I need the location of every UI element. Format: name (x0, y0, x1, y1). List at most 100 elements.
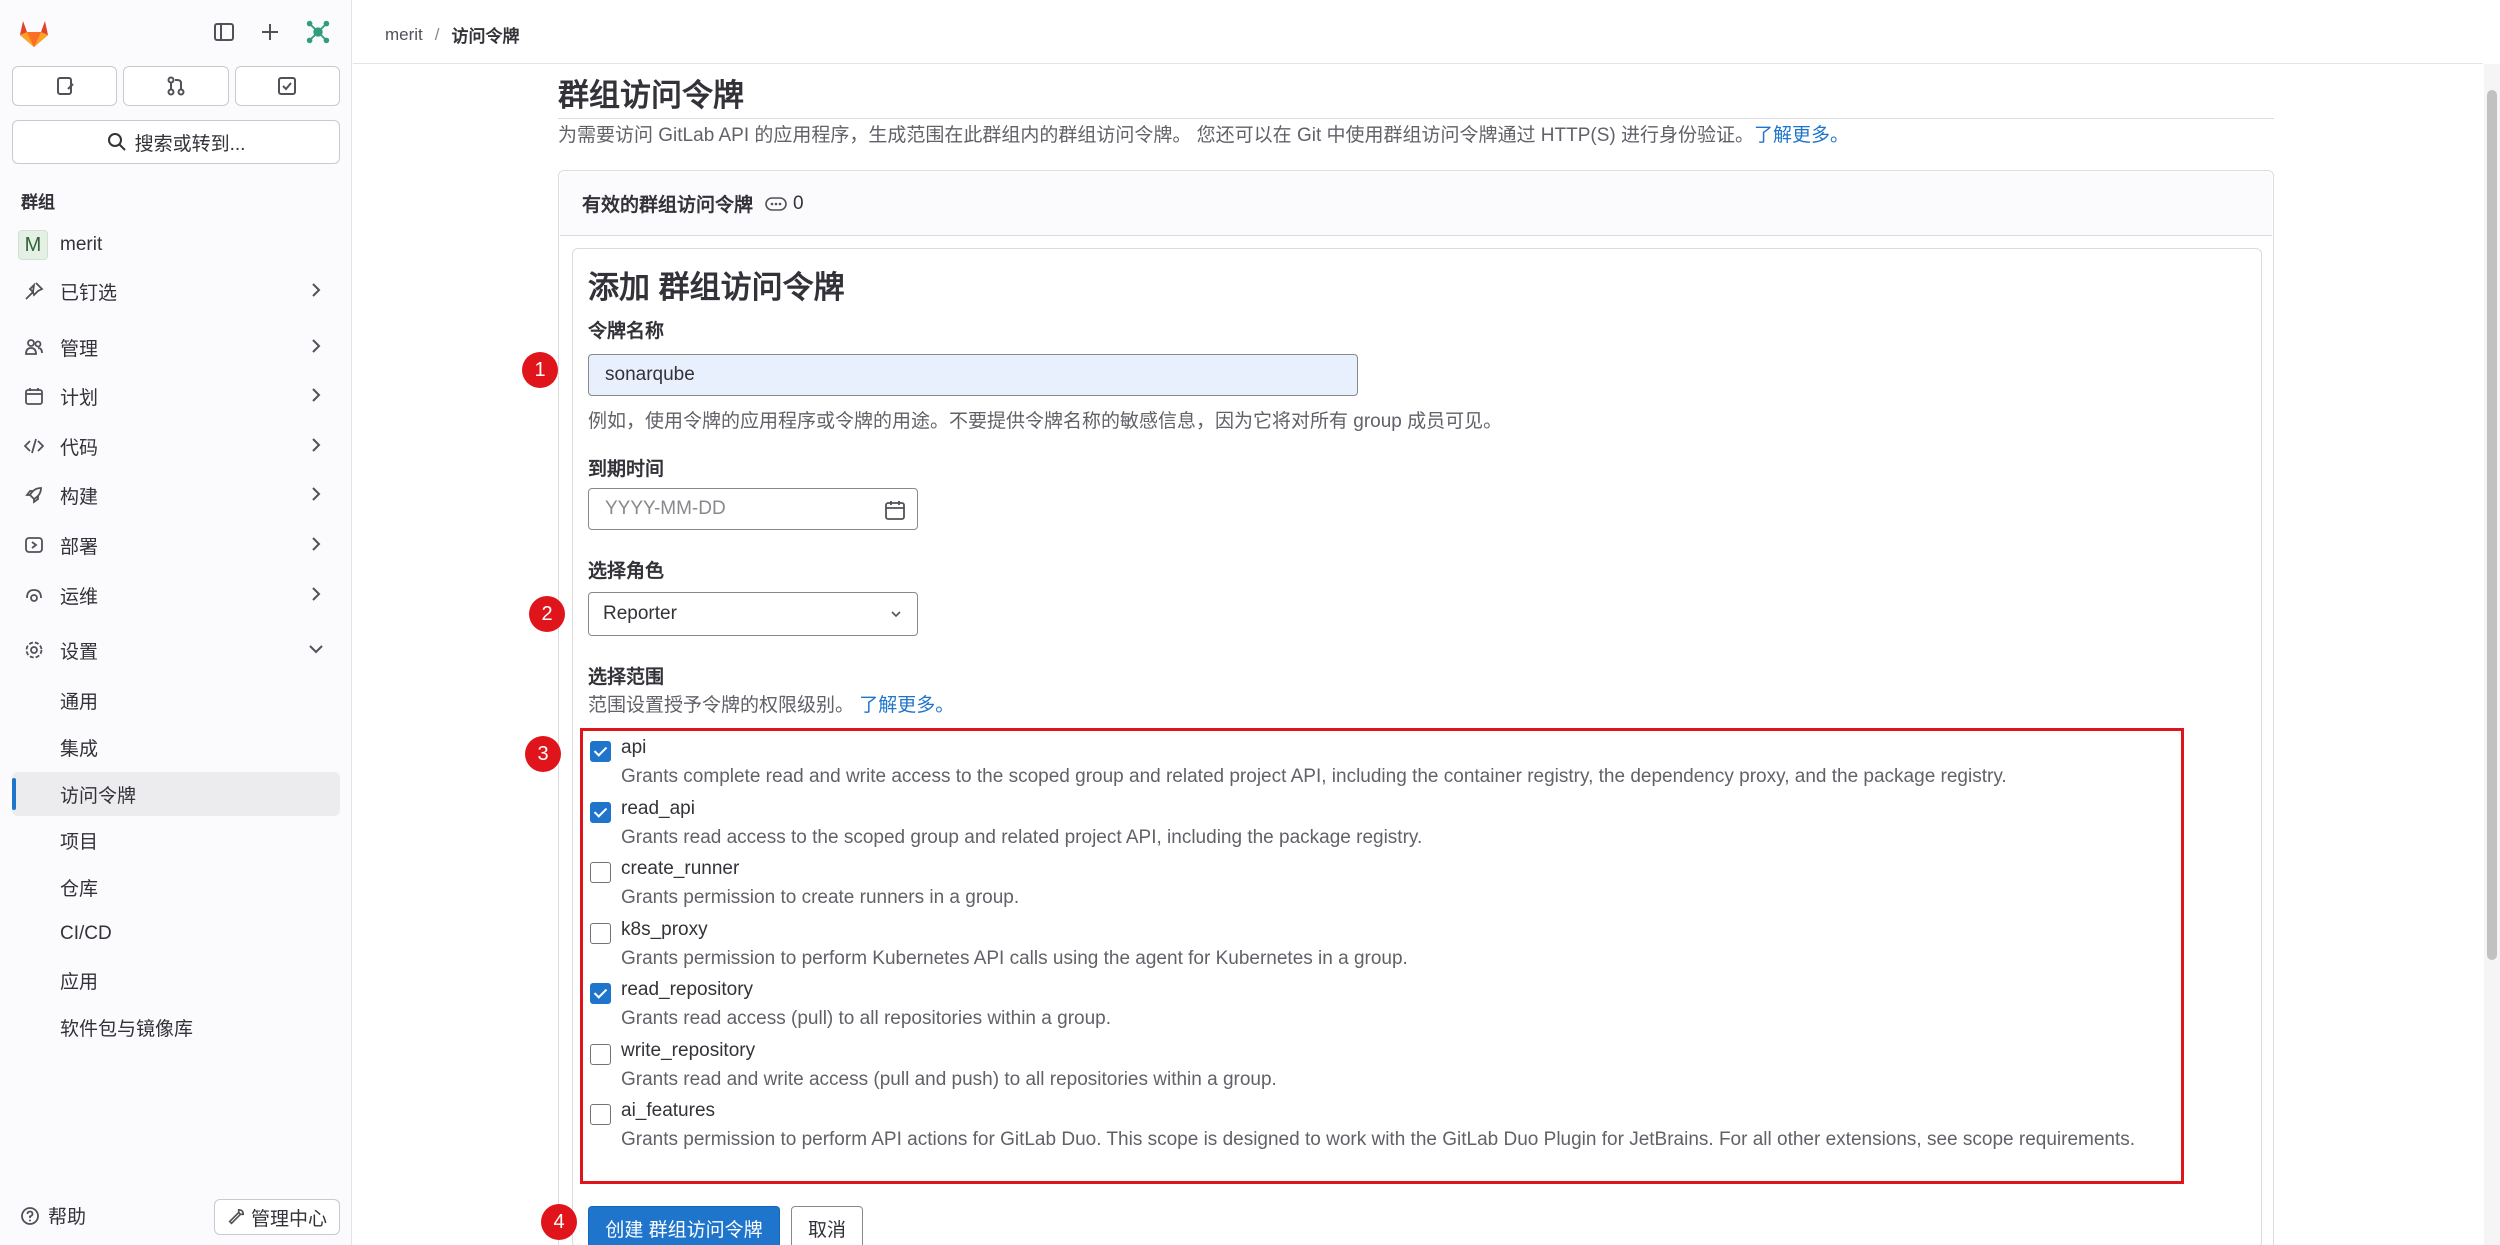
breadcrumb-group[interactable]: merit (385, 25, 423, 45)
annotation-marker-4: 4 (541, 1204, 577, 1240)
group-link[interactable]: M merit (12, 228, 340, 262)
scope-name: create_runner (621, 858, 740, 879)
chevron-right-icon (312, 388, 321, 402)
scope-checkbox[interactable] (590, 741, 611, 762)
wrench-icon (228, 1208, 244, 1225)
settings-sub-repository[interactable]: 仓库 (12, 865, 340, 909)
chevron-right-icon (312, 487, 321, 501)
sidebar-section-label: 群组 (21, 193, 55, 212)
chevron-down-icon (891, 611, 901, 618)
sidebar-item-build[interactable]: 构建 (12, 475, 340, 515)
sidebar-item-label: 已钉选 (60, 282, 118, 304)
scope-checkbox[interactable] (590, 802, 611, 823)
sidebar-item-label: 部署 (60, 536, 99, 558)
settings-sub-cicd[interactable]: CI/CD (12, 912, 340, 956)
scope-checkbox[interactable] (590, 1044, 611, 1065)
scope-name: write_repository (621, 1040, 756, 1061)
search-button[interactable]: 搜索或转到... (12, 120, 340, 164)
sidebar-header (0, 0, 352, 64)
sidebar-item-label: 代码 (60, 437, 99, 459)
scope-checkbox[interactable] (590, 862, 611, 883)
settings-sub-access-tokens[interactable]: 访问令牌 (12, 772, 340, 816)
sidebar-item-plan[interactable]: 计划 (12, 376, 340, 416)
sidebar-item-deploy[interactable]: 部署 (12, 525, 340, 565)
chevron-right-icon (312, 339, 321, 353)
active-tokens-header: 有效的群组访问令牌 0 (560, 172, 2272, 236)
todo-check-icon (278, 77, 297, 95)
calendar-icon[interactable] (883, 498, 907, 522)
expiry-date-input[interactable]: YYYY-MM-DD (588, 488, 918, 530)
token-name-label: 令牌名称 (588, 321, 665, 342)
plus-icon[interactable] (256, 18, 284, 46)
form-title: 添加 群组访问令牌 (588, 270, 845, 305)
breadcrumb-separator: / (434, 24, 440, 44)
help-button[interactable]: 帮助 (20, 1202, 86, 1229)
admin-area-button[interactable]: 管理中心 (214, 1199, 340, 1235)
users-icon (22, 335, 46, 359)
breadcrumb-current[interactable]: 访问令牌 (452, 22, 520, 47)
annotation-marker-2: 2 (529, 596, 565, 632)
scope-label: 选择范围 (588, 667, 665, 688)
breadcrumb: merit / 访问令牌 (385, 22, 520, 47)
sidebar-item-manage[interactable]: 管理 (12, 327, 340, 367)
gitlab-logo-icon[interactable] (16, 14, 52, 50)
admin-label: 管理中心 (250, 1208, 327, 1230)
scope-desc: Grants permission to create runners in a… (621, 887, 1020, 908)
help-icon (21, 1206, 39, 1225)
scope-help-text: 范围设置授予令牌的权限级别。 (588, 695, 855, 716)
scope-learn-more-link[interactable]: 了解更多。 (859, 695, 954, 716)
sidebar-item-settings[interactable]: 设置 (12, 630, 340, 670)
todos-button[interactable] (234, 66, 340, 106)
sidebar-item-label: 运维 (60, 586, 99, 608)
chevron-right-icon (312, 438, 321, 452)
sidebar-item-label: 计划 (60, 387, 99, 409)
sidebar-item-code[interactable]: 代码 (12, 426, 340, 466)
cancel-button[interactable]: 取消 (791, 1206, 863, 1245)
settings-sub-general[interactable]: 通用 (12, 678, 340, 722)
scope-name: k8s_proxy (621, 919, 708, 940)
deploy-icon (22, 533, 46, 557)
scope-checkbox[interactable] (590, 1104, 611, 1125)
sidebar: 搜索或转到... 群组 M merit 已钉选 管理 计划 代码 构建 部署 运… (0, 0, 352, 1245)
merge-requests-button[interactable] (123, 66, 229, 106)
sidebar-item-operate[interactable]: 运维 (12, 575, 340, 615)
user-avatar-icon[interactable] (304, 18, 332, 46)
annotation-marker-1: 1 (522, 352, 558, 388)
settings-sub-packages[interactable]: 软件包与镜像库 (12, 1005, 340, 1049)
token-name-input[interactable] (588, 354, 1358, 396)
sidebar-item-pinned[interactable]: 已钉选 (12, 271, 340, 311)
scope-name: read_repository (621, 979, 754, 1000)
monitor-icon (22, 583, 46, 607)
page-title: 群组访问令牌 (558, 78, 744, 113)
page-description: 为需要访问 GitLab API 的应用程序，生成范围在此群组内的群组访问令牌。… (558, 120, 1849, 147)
scope-checkbox[interactable] (590, 923, 611, 944)
scope-desc: Grants permission to perform API actions… (621, 1129, 2136, 1150)
title-divider (558, 118, 2274, 119)
search-icon (107, 133, 126, 151)
expiry-label: 到期时间 (588, 459, 665, 480)
sidebar-toggle-icon[interactable] (210, 18, 238, 46)
learn-more-link[interactable]: 了解更多。 (1754, 125, 1849, 146)
active-tokens-title: 有效的群组访问令牌 (582, 195, 754, 216)
expiry-placeholder: YYYY-MM-DD (605, 498, 726, 519)
settings-sub-applications[interactable]: 应用 (12, 958, 340, 1002)
chevron-right-icon (312, 283, 321, 297)
create-token-button[interactable]: 创建 群组访问令牌 (588, 1206, 780, 1245)
chevron-right-icon (312, 537, 321, 551)
settings-sub-projects[interactable]: 项目 (12, 818, 340, 862)
pin-icon (22, 279, 46, 303)
role-select[interactable]: Reporter (588, 592, 918, 636)
code-icon (22, 434, 46, 458)
chevron-down-icon (309, 645, 323, 654)
sidebar-shortcut-buttons (12, 66, 340, 106)
calendar-icon (22, 384, 46, 408)
token-count-value: 0 (793, 192, 804, 214)
token-count: 0 (765, 193, 804, 215)
settings-sub-integrations[interactable]: 集成 (12, 725, 340, 769)
scope-checkbox[interactable] (590, 983, 611, 1004)
page-scrollbar-thumb[interactable] (2487, 90, 2497, 960)
chevron-right-icon (312, 587, 321, 601)
scope-desc: Grants read and write access (pull and p… (621, 1069, 1277, 1090)
issues-button[interactable] (12, 66, 118, 106)
page-description-text: 为需要访问 GitLab API 的应用程序，生成范围在此群组内的群组访问令牌。… (558, 125, 1755, 146)
